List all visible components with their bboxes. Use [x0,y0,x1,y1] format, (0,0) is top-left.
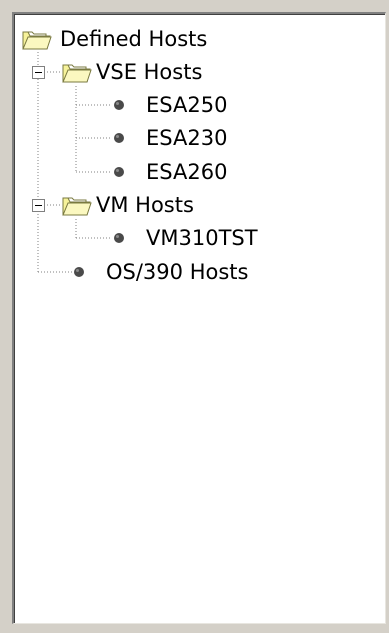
tree-node-label: VM310TST [146,226,258,250]
host-bullet-icon [114,233,124,243]
folder-open-icon [62,197,92,216]
collapse-toggle-vse[interactable] [32,66,45,79]
tree-node-esa250[interactable]: ESA250 [112,90,229,120]
folder-open-icon [22,31,52,50]
tree-node-vse-hosts[interactable]: VSE Hosts [62,57,204,87]
host-bullet-icon [114,133,124,143]
tree-node-label: OS/390 Hosts [106,260,249,284]
tree-node-esa260[interactable]: ESA260 [112,157,229,187]
tree-node-label: Defined Hosts [60,27,208,51]
host-bullet-icon [114,167,124,177]
folder-open-icon [62,64,92,83]
tree-node-label: VSE Hosts [96,60,203,84]
tree-node-label: VM Hosts [96,193,194,217]
tree-node-esa230[interactable]: ESA230 [112,123,229,153]
tree-node-vm310tst[interactable]: VM310TST [112,223,260,253]
tree-node-defined-hosts[interactable]: Defined Hosts [22,24,209,54]
host-bullet-icon [74,267,84,277]
tree-node-label: ESA260 [146,160,228,184]
host-tree-window: Defined Hosts VSE Hosts ESA250 ESA230 ES… [0,0,389,633]
tree-node-vm-hosts[interactable]: VM Hosts [62,190,196,220]
tree-node-os390-hosts[interactable]: OS/390 Hosts [72,257,250,287]
collapse-toggle-vm[interactable] [32,199,45,212]
tree-node-label: ESA230 [146,126,228,150]
tree-node-label: ESA250 [146,93,228,117]
host-bullet-icon [114,100,124,110]
